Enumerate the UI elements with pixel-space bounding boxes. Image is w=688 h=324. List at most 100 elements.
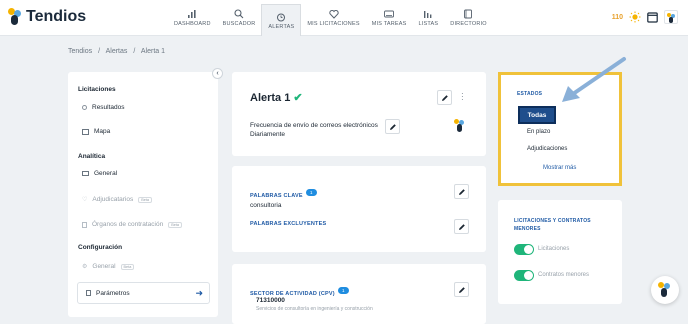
chat-button[interactable] (651, 276, 679, 304)
licitaciones-toggle[interactable] (514, 244, 534, 255)
avatar[interactable] (664, 10, 678, 24)
keywords-header: PALABRAS CLAVE1 (250, 184, 317, 202)
edit-title-button[interactable] (437, 90, 452, 105)
alarm-clock-icon (277, 13, 286, 21)
sidebar-item-label: Adjudicatarios (92, 196, 134, 203)
coin-balance[interactable]: 110 (612, 14, 623, 21)
pencil-icon (441, 94, 448, 101)
frequency-label: Frecuencia de envío de correos electróni… (250, 122, 378, 129)
nav-mis-tareas-label: MIS TAREAS (371, 21, 407, 27)
top-right-tools: 110 (612, 10, 678, 24)
breadcrumb-home[interactable]: Tendios (68, 48, 92, 55)
list-bars-icon (424, 11, 432, 18)
keyboard-icon (384, 10, 395, 18)
sidebar-section-analitica: Analítica (78, 153, 106, 160)
sidebar-section-configuracion: Configuración (78, 244, 123, 251)
brand-name: Tendios (26, 8, 87, 25)
nav-mis-licitaciones[interactable]: MIS LICITACIONES (301, 0, 365, 36)
nav-mis-tareas[interactable]: MIS TAREAS (366, 0, 413, 36)
edit-sector-button[interactable] (454, 282, 469, 297)
tendios-logo-icon (8, 8, 22, 26)
logo[interactable]: Tendios (8, 8, 86, 26)
edit-keywords-button[interactable] (454, 184, 469, 199)
keywords-title: PALABRAS CLAVE (250, 193, 303, 199)
excluded-keywords-title: PALABRAS EXCLUYENTES (250, 221, 327, 227)
breadcrumb-alertas[interactable]: Alertas (106, 48, 128, 55)
frequency-block: Frecuencia de envío de correos electróni… (250, 121, 378, 139)
top-bar: Tendios DASHBOARD BUSCADOR ALERTAS MIS L… (0, 0, 688, 36)
sidebar-item-general[interactable]: General (82, 170, 117, 177)
sector-card: SECTOR DE ACTIVIDAD (CPV)1 71310000 Serv… (232, 264, 486, 324)
sidebar-item-label: General (92, 263, 116, 270)
sidebar-item-parametros[interactable]: Parámetros ➜ (77, 282, 210, 304)
book-icon (464, 9, 473, 19)
heart-icon: ♡ (82, 197, 88, 203)
document-icon (82, 221, 87, 228)
show-more-link[interactable]: Mostrar más (543, 165, 576, 171)
beta-badge: Beta (138, 196, 153, 203)
edit-frequency-button[interactable] (385, 119, 400, 134)
nav-listas-label: LISTAS (418, 21, 439, 27)
more-options-icon[interactable]: · · · (461, 90, 464, 104)
sun-icon[interactable] (629, 11, 641, 23)
document-icon (86, 290, 91, 296)
sidebar: Licitaciones Resultados Mapa Analítica G… (68, 72, 218, 317)
count-badge: 1 (305, 189, 317, 197)
keywords-card: PALABRAS CLAVE1 consultoria PALABRAS EXC… (232, 166, 486, 252)
collapse-sidebar-button[interactable]: ‹ (212, 68, 223, 79)
sidebar-item-adjudicatarios[interactable]: ♡ Adjudicatarios Beta (82, 196, 153, 203)
licitaciones-menores-panel: LICITACIONES Y CONTRATOS MENORES Licitac… (498, 200, 622, 304)
dot-icon (82, 105, 87, 110)
contratos-menores-toggle[interactable] (514, 270, 534, 281)
cpv-code: 71310000 (256, 297, 285, 304)
beta-badge: Beta (168, 221, 182, 228)
sidebar-item-resultados[interactable]: Resultados (82, 104, 125, 111)
estados-title: ESTADOS (517, 91, 543, 97)
tendios-logo-icon (454, 119, 466, 133)
sidebar-item-general-config[interactable]: ⚙ General Beta (82, 263, 135, 270)
nav-dashboard[interactable]: DASHBOARD (168, 0, 217, 36)
breadcrumb-sep: / (133, 48, 136, 55)
sidebar-item-mapa[interactable]: Mapa (82, 128, 110, 135)
sidebar-item-label: General (94, 170, 118, 177)
main-nav: DASHBOARD BUSCADOR ALERTAS MIS LICITACIO… (168, 0, 493, 36)
licitaciones-toggle-label: Licitaciones (538, 246, 570, 252)
tendios-logo-icon (658, 282, 672, 298)
filter-todas-button[interactable]: Todas (518, 106, 556, 124)
check-icon: ✔ (293, 92, 303, 104)
nav-alertas[interactable]: ALERTAS (261, 4, 302, 36)
filter-adjudicaciones[interactable]: Adjudicaciones (527, 146, 567, 152)
gear-icon: ⚙ (82, 264, 88, 270)
pencil-icon (458, 188, 465, 195)
pencil-icon (389, 123, 396, 130)
edit-excluded-keywords-button[interactable] (454, 219, 469, 234)
nav-directorio[interactable]: DIRECTORIO (444, 0, 492, 36)
licit-menores-title-line2: MENORES (514, 226, 541, 232)
nav-buscador[interactable]: BUSCADOR (217, 0, 262, 36)
frequency-value: Diariamente (250, 131, 286, 138)
breadcrumb-current: Alerta 1 (140, 48, 165, 55)
page-title: Alerta 1 ✔ (250, 91, 303, 104)
alert-card: Alerta 1 ✔ · · · Frecuencia de envío de co… (232, 72, 486, 156)
licit-menores-title: LICITACIONES Y CONTRATOS MENORES (514, 217, 591, 233)
heart-icon (328, 9, 339, 19)
sidebar-item-label: Órganos de contratación (92, 221, 164, 228)
arrow-right-icon: ➜ (195, 288, 203, 298)
window-icon[interactable] (647, 11, 658, 23)
count-badge: 1 (337, 287, 349, 295)
map-icon (82, 128, 89, 135)
nav-buscador-label: BUSCADOR (222, 21, 256, 27)
pencil-icon (458, 223, 465, 230)
alert-title: Alerta 1 (250, 92, 291, 104)
sidebar-item-label: Parámetros (96, 289, 130, 297)
annotation-arrow-icon (562, 57, 626, 102)
pencil-icon (458, 286, 465, 293)
chevron-left-icon: ‹ (216, 70, 219, 77)
contratos-toggle-label: Contratos menores (538, 272, 590, 278)
bar-chart-icon (188, 10, 196, 18)
sidebar-item-organos[interactable]: Órganos de contratación Beta (82, 221, 182, 228)
folder-icon (82, 171, 89, 176)
licit-menores-title-line1: LICITACIONES Y CONTRATOS (514, 218, 591, 224)
nav-listas[interactable]: LISTAS (413, 0, 445, 36)
filter-en-plazo[interactable]: En plazo (527, 129, 550, 135)
